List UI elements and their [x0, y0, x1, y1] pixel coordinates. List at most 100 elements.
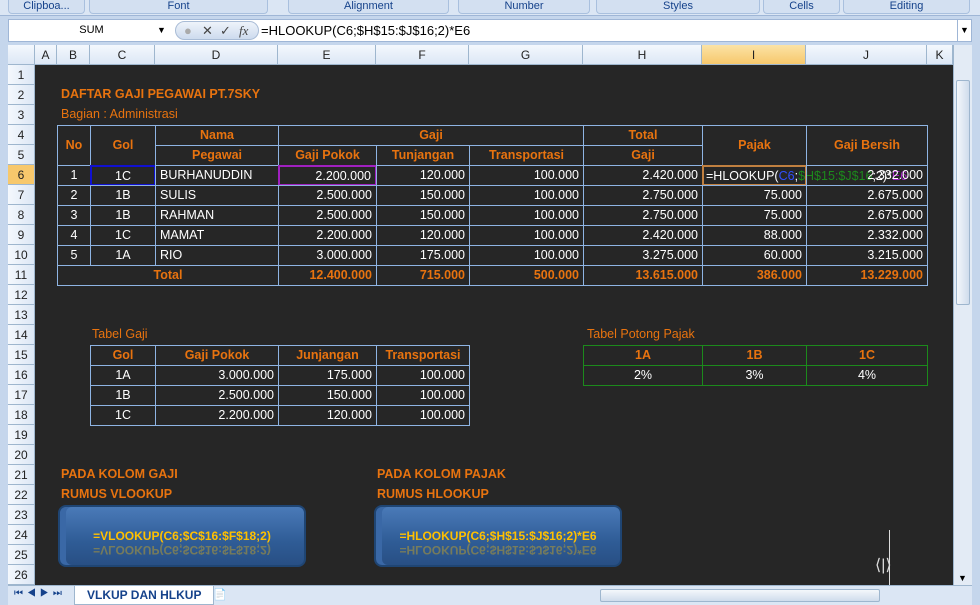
- table-cell[interactable]: 3: [57, 205, 91, 226]
- note-text[interactable]: PADA KOLOM GAJI: [57, 465, 279, 486]
- total-label[interactable]: Total: [57, 265, 279, 286]
- tabel-gaji-header[interactable]: Junjangan: [278, 345, 377, 366]
- tabel-gaji-title[interactable]: Tabel Gaji: [90, 325, 377, 346]
- total-value[interactable]: 13.229.000: [806, 265, 928, 286]
- ribbon-group[interactable]: Number: [458, 0, 590, 14]
- column-header[interactable]: F: [376, 45, 469, 65]
- table-cell[interactable]: 1A: [90, 245, 156, 266]
- row-header[interactable]: 24: [8, 525, 35, 545]
- scroll-down-icon[interactable]: ▼: [958, 573, 967, 583]
- tabel-gaji-cell[interactable]: 2.200.000: [155, 405, 279, 426]
- vertical-scrollbar[interactable]: ▼: [953, 45, 972, 585]
- table-cell[interactable]: 120.000: [376, 165, 470, 186]
- tabel-gaji-cell[interactable]: 2.500.000: [155, 385, 279, 406]
- tabel-gaji-cell[interactable]: 100.000: [376, 365, 470, 386]
- row-header[interactable]: 22: [8, 485, 35, 505]
- table-cell[interactable]: 100.000: [469, 245, 584, 266]
- tabel-pajak-value[interactable]: 2%: [583, 365, 703, 386]
- table-cell[interactable]: 120.000: [376, 225, 470, 246]
- row-header[interactable]: 1: [8, 65, 35, 85]
- tabel-gaji-cell[interactable]: 1B: [90, 385, 156, 406]
- tabel-gaji-header[interactable]: Transportasi: [376, 345, 470, 366]
- name-box[interactable]: SUM: [9, 20, 174, 41]
- row-header[interactable]: 3: [8, 105, 35, 125]
- table-cell[interactable]: 1C: [90, 225, 156, 246]
- referenced-cell-c6[interactable]: 1C: [90, 165, 156, 186]
- table-cell[interactable]: 150.000: [376, 205, 470, 226]
- table-cell[interactable]: 75.000: [702, 205, 807, 226]
- cancel-icon[interactable]: ✕: [202, 22, 213, 39]
- tabel-pajak-header[interactable]: 1B: [702, 345, 807, 366]
- table-cell[interactable]: 175.000: [376, 245, 470, 266]
- total-value[interactable]: 386.000: [702, 265, 807, 286]
- row-header[interactable]: 25: [8, 545, 35, 565]
- column-header[interactable]: I: [702, 45, 806, 65]
- table-cell[interactable]: 100.000: [469, 205, 584, 226]
- table-cell[interactable]: MAMAT: [155, 225, 279, 246]
- header-no[interactable]: No: [57, 125, 91, 166]
- header-pegawai[interactable]: Pegawai: [155, 145, 279, 166]
- row-header[interactable]: 26: [8, 565, 35, 585]
- table-cell[interactable]: 1: [57, 165, 91, 186]
- table-cell[interactable]: 75.000: [702, 185, 807, 206]
- table-cell[interactable]: 2.500.000: [278, 205, 377, 226]
- ribbon-group[interactable]: Alignment: [288, 0, 449, 14]
- table-cell[interactable]: 100.000: [469, 165, 584, 186]
- table-cell[interactable]: 2.332.000: [806, 225, 928, 246]
- table-cell[interactable]: 100.000: [469, 185, 584, 206]
- row-header[interactable]: 5: [8, 145, 35, 165]
- tabel-gaji-cell[interactable]: 150.000: [278, 385, 377, 406]
- tab-navigation-icons[interactable]: ⏮◀▶⏭: [14, 588, 66, 599]
- table-cell[interactable]: 2.200.000: [278, 225, 377, 246]
- column-header[interactable]: K: [927, 45, 953, 65]
- header-gaji-bersih[interactable]: Gaji Bersih: [806, 125, 928, 166]
- total-value[interactable]: 13.615.000: [583, 265, 703, 286]
- row-header[interactable]: 10: [8, 245, 35, 265]
- column-header[interactable]: D: [155, 45, 278, 65]
- sheet-subtitle[interactable]: Bagian : Administrasi: [57, 105, 584, 126]
- tabel-pajak-title[interactable]: Tabel Potong Pajak: [583, 325, 807, 346]
- row-header[interactable]: 15: [8, 345, 35, 365]
- table-cell[interactable]: 3.275.000: [583, 245, 703, 266]
- header-total-gaji[interactable]: Gaji: [583, 145, 703, 166]
- table-cell[interactable]: SULIS: [155, 185, 279, 206]
- table-cell[interactable]: BURHANUDDIN: [155, 165, 279, 186]
- table-cell[interactable]: 2.675.000: [806, 185, 928, 206]
- tabel-gaji-cell[interactable]: 1C: [90, 405, 156, 426]
- insert-function-icon[interactable]: fx: [239, 22, 248, 39]
- tabel-gaji-cell[interactable]: 175.000: [278, 365, 377, 386]
- column-header[interactable]: H: [583, 45, 702, 65]
- header-gol[interactable]: Gol: [90, 125, 156, 166]
- ribbon-group[interactable]: Font: [89, 0, 268, 14]
- worksheet-grid[interactable]: =VLOOKUP(C6;$C$16:$F$18;2) =VLOOKUP(C6;$…: [35, 65, 953, 585]
- column-header[interactable]: A: [35, 45, 57, 65]
- row-header[interactable]: 23: [8, 505, 35, 525]
- tabel-gaji-header[interactable]: Gol: [90, 345, 156, 366]
- table-cell[interactable]: 2: [57, 185, 91, 206]
- tabel-gaji-cell[interactable]: 100.000: [376, 385, 470, 406]
- chevron-down-icon[interactable]: ▼: [157, 20, 166, 41]
- row-header[interactable]: 2: [8, 85, 35, 105]
- table-cell[interactable]: 4: [57, 225, 91, 246]
- tabel-gaji-cell[interactable]: 120.000: [278, 405, 377, 426]
- ribbon-group[interactable]: Clipboa...: [8, 0, 85, 14]
- column-header[interactable]: J: [806, 45, 927, 65]
- tabel-gaji-cell[interactable]: 100.000: [376, 405, 470, 426]
- sheet-title[interactable]: DAFTAR GAJI PEGAWAI PT.7SKY: [57, 85, 584, 106]
- table-cell[interactable]: 2.420.000: [583, 165, 703, 186]
- table-cell[interactable]: 2.750.000: [583, 185, 703, 206]
- row-header[interactable]: 14: [8, 325, 35, 345]
- tabel-gaji-cell[interactable]: 1A: [90, 365, 156, 386]
- row-header[interactable]: 8: [8, 205, 35, 225]
- total-value[interactable]: 715.000: [376, 265, 470, 286]
- active-cell-editing[interactable]: =HLOOKUP(C6;$H$15:$J$16;2)*E6: [702, 165, 907, 186]
- row-header[interactable]: 21: [8, 465, 35, 485]
- hlookup-scroll-shape[interactable]: =HLOOKUP(C6;$H$15:$J$16;2)*E6 =HLOOKUP(C…: [374, 505, 622, 567]
- formula-input[interactable]: =HLOOKUP(C6;$H$15:$J$16;2)*E6: [261, 20, 470, 41]
- tabel-gaji-cell[interactable]: 3.000.000: [155, 365, 279, 386]
- row-header[interactable]: 12: [8, 285, 35, 305]
- horizontal-scrollbar[interactable]: [600, 589, 880, 602]
- tabel-pajak-value[interactable]: 3%: [702, 365, 807, 386]
- note-text[interactable]: RUMUS HLOOKUP: [376, 485, 703, 506]
- header-nama[interactable]: Nama: [155, 125, 279, 146]
